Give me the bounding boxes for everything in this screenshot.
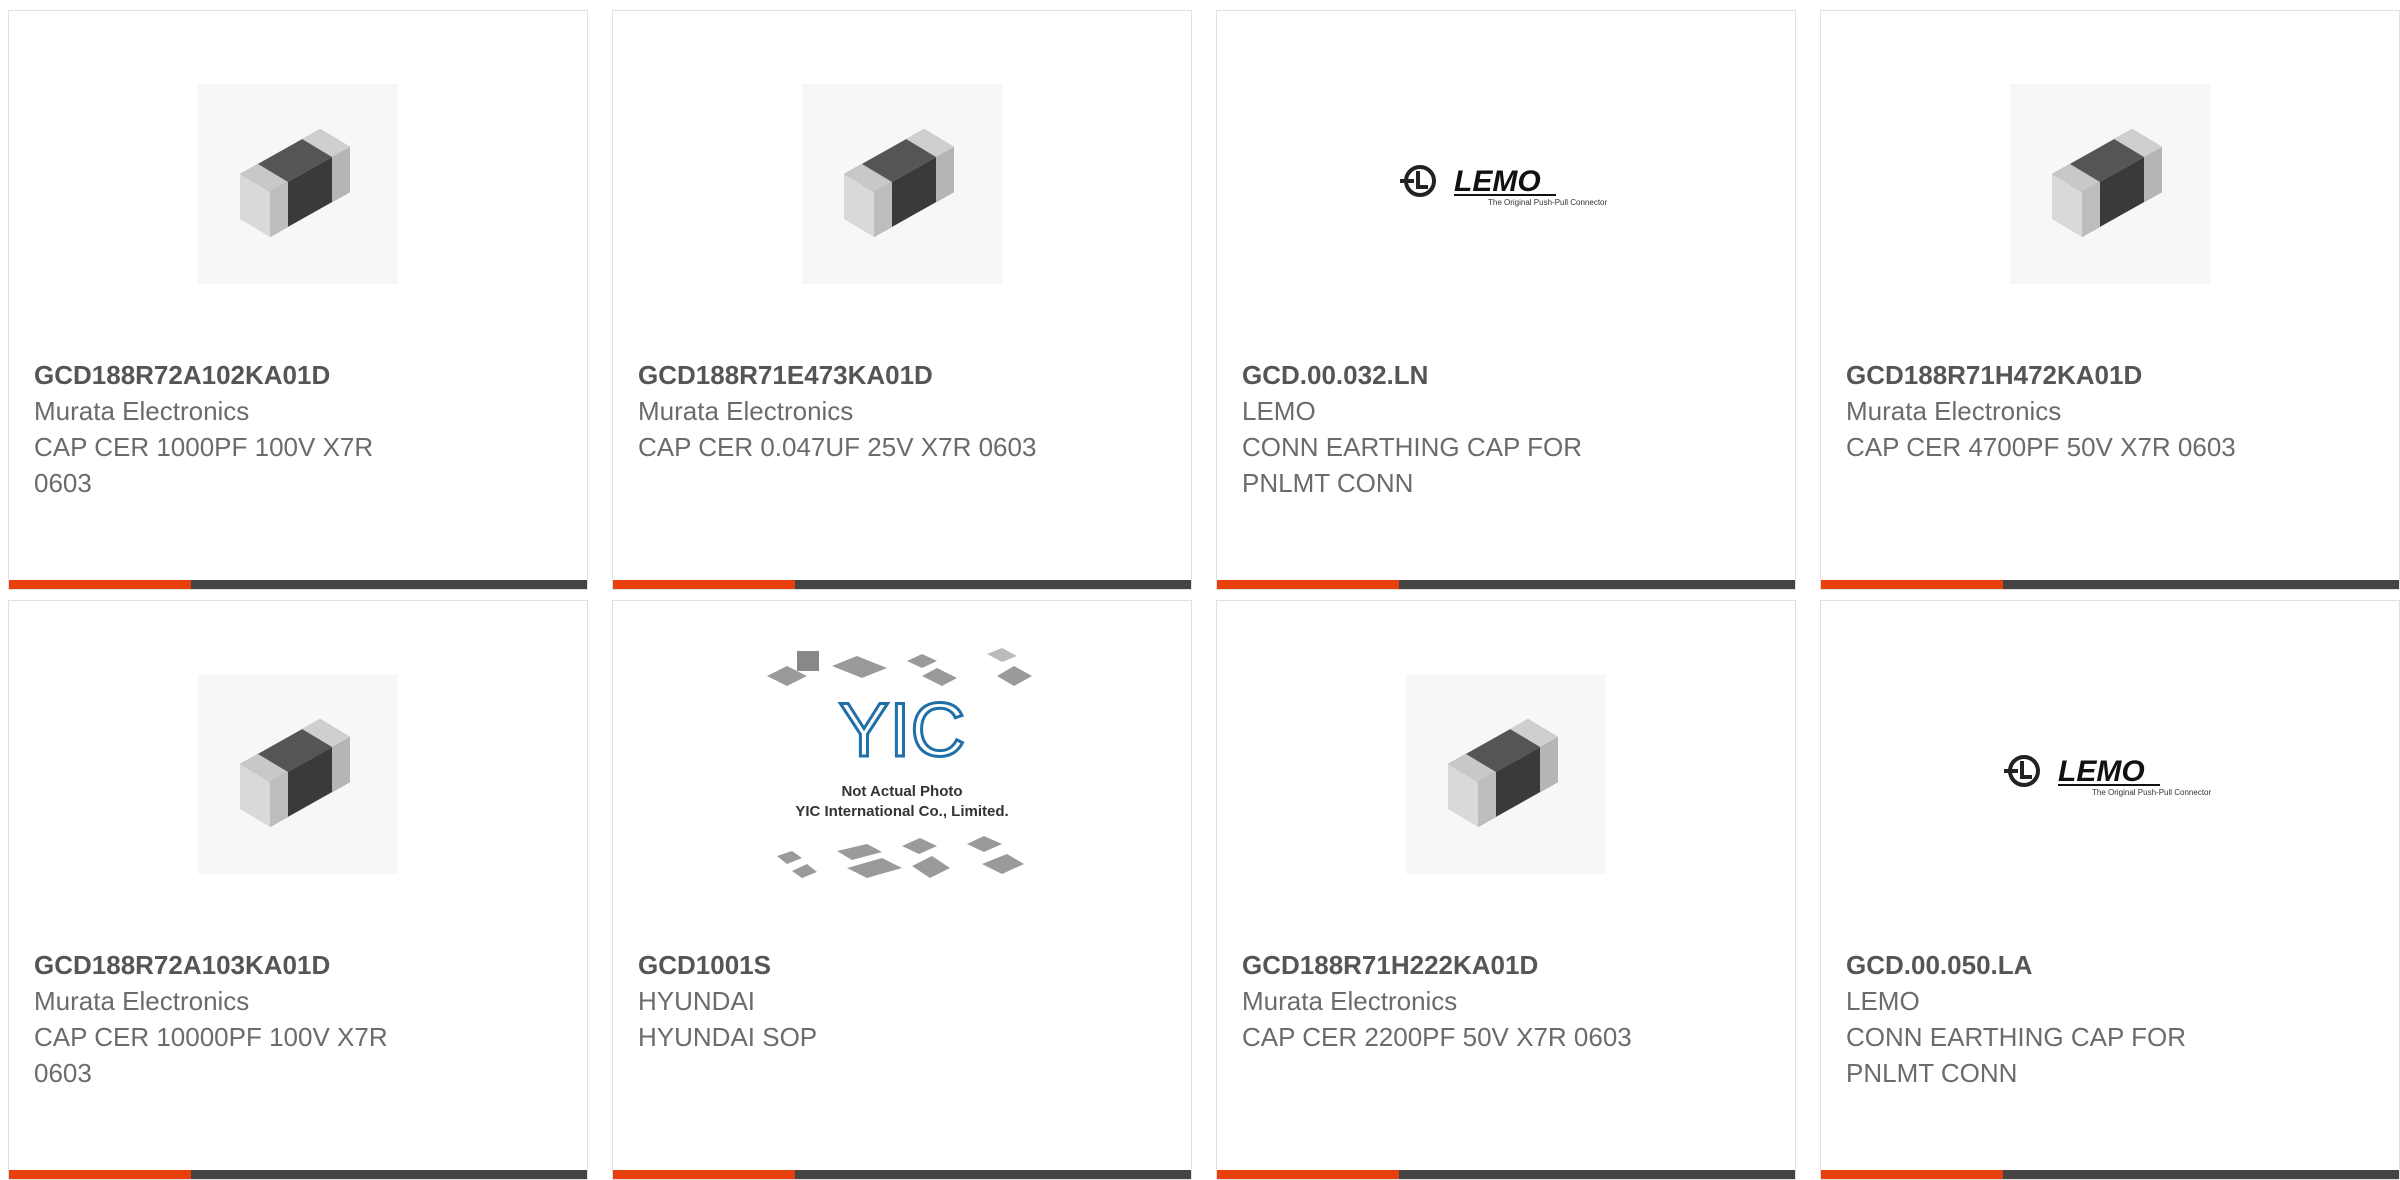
card-footer-accent [613, 1170, 795, 1179]
svg-text:The Original Push-Pull Connect: The Original Push-Pull Connector [2092, 788, 2212, 797]
product-card[interactable]: GCD188R72A103KA01D Murata Electronics CA… [8, 600, 588, 1180]
svg-text:LEMO: LEMO [1454, 165, 1541, 198]
manufacturer: Murata Electronics [1242, 986, 1458, 1016]
card-footer-accent [1217, 1170, 1399, 1179]
product-card[interactable]: GCD188R71H472KA01D Murata Electronics CA… [1820, 10, 2400, 590]
product-info: GCD1001S HYUNDAI HYUNDAI SOP [638, 947, 1041, 1055]
part-number[interactable]: GCD188R71E473KA01D [638, 357, 1041, 393]
product-info: GCD188R72A102KA01D Murata Electronics CA… [34, 357, 437, 501]
part-number[interactable]: GCD.00.032.LN [1242, 357, 1645, 393]
product-thumbnail[interactable]: LEMO The Original Push-Pull Connector [1217, 76, 1795, 291]
card-footer-bar [9, 1170, 587, 1179]
svg-text:YIC: YIC [839, 688, 966, 773]
part-number[interactable]: GCD188R71H222KA01D [1242, 947, 1645, 983]
product-card[interactable]: GCD188R72A102KA01D Murata Electronics CA… [8, 10, 588, 590]
svg-text:The Original Push-Pull Connect: The Original Push-Pull Connector [1488, 198, 1608, 207]
product-thumbnail[interactable] [613, 76, 1191, 291]
product-info: GCD188R71E473KA01D Murata Electronics CA… [638, 357, 1041, 465]
card-footer-bar [1217, 1170, 1795, 1179]
description: CAP CER 0.047UF 25V X7R 0603 [638, 432, 1037, 462]
description: CONN EARTHING CAP FOR PNLMT CONN [1846, 1022, 2186, 1088]
manufacturer: HYUNDAI [638, 986, 756, 1016]
manufacturer: LEMO [1846, 986, 1920, 1016]
manufacturer: Murata Electronics [34, 396, 250, 426]
card-footer-accent [1217, 580, 1399, 589]
card-footer-accent [1821, 1170, 2003, 1179]
chip-capacitor-image [1406, 673, 1606, 874]
product-info: GCD.00.032.LN LEMO CONN EARTHING CAP FOR… [1242, 357, 1645, 501]
product-grid: GCD188R72A102KA01D Murata Electronics CA… [8, 10, 2400, 1180]
product-card[interactable]: GCD188R71E473KA01D Murata Electronics CA… [612, 10, 1192, 590]
product-card[interactable]: GCD188R71H222KA01D Murata Electronics CA… [1216, 600, 1796, 1180]
svg-text:Not Actual Photo: Not Actual Photo [841, 783, 962, 800]
card-footer-bar [1217, 580, 1795, 589]
description: CAP CER 4700PF 50V X7R 0603 [1846, 432, 2236, 462]
product-card[interactable]: LEMO The Original Push-Pull Connector GC… [1820, 600, 2400, 1180]
card-footer-bar [613, 1170, 1191, 1179]
card-footer-bar [613, 580, 1191, 589]
yic-placeholder-image: YIC Not Actual Photo YIC International C… [762, 646, 1042, 901]
part-number[interactable]: GCD188R72A102KA01D [34, 357, 437, 393]
description: CAP CER 2200PF 50V X7R 0603 [1242, 1022, 1632, 1052]
product-card[interactable]: YIC Not Actual Photo YIC International C… [612, 600, 1192, 1180]
product-info: GCD188R71H472KA01D Murata Electronics CA… [1846, 357, 2249, 465]
card-footer-accent [1821, 580, 2003, 589]
card-footer-accent [9, 1170, 191, 1179]
part-number[interactable]: GCD1001S [638, 947, 1041, 983]
product-thumbnail[interactable] [9, 666, 587, 881]
card-footer-bar [9, 580, 587, 589]
product-card[interactable]: LEMO The Original Push-Pull Connector GC… [1216, 10, 1796, 590]
card-footer-accent [9, 580, 191, 589]
chip-capacitor-image [2010, 83, 2210, 284]
product-thumbnail[interactable]: LEMO The Original Push-Pull Connector [1821, 666, 2399, 881]
svg-text:YIC International Co., Limited: YIC International Co., Limited. [795, 803, 1008, 820]
product-info: GCD.00.050.LA LEMO CONN EARTHING CAP FOR… [1846, 947, 2249, 1091]
card-footer-bar [1821, 580, 2399, 589]
manufacturer: LEMO [1242, 396, 1316, 426]
card-footer-bar [1821, 1170, 2399, 1179]
product-thumbnail[interactable] [1217, 666, 1795, 881]
lemo-logo: LEMO The Original Push-Pull Connector [2000, 749, 2220, 799]
product-info: GCD188R72A103KA01D Murata Electronics CA… [34, 947, 437, 1091]
chip-capacitor-image [198, 673, 398, 874]
chip-capacitor-image [802, 83, 1002, 284]
part-number[interactable]: GCD188R72A103KA01D [34, 947, 437, 983]
product-thumbnail[interactable]: YIC Not Actual Photo YIC International C… [613, 648, 1191, 881]
manufacturer: Murata Electronics [1846, 396, 2062, 426]
description: HYUNDAI SOP [638, 1022, 818, 1052]
description: CAP CER 1000PF 100V X7R 0603 [34, 432, 374, 498]
product-thumbnail[interactable] [1821, 76, 2399, 291]
manufacturer: Murata Electronics [638, 396, 854, 426]
card-footer-accent [613, 580, 795, 589]
product-info: GCD188R71H222KA01D Murata Electronics CA… [1242, 947, 1645, 1055]
manufacturer: Murata Electronics [34, 986, 250, 1016]
product-thumbnail[interactable] [9, 76, 587, 291]
description: CONN EARTHING CAP FOR PNLMT CONN [1242, 432, 1582, 498]
chip-capacitor-image [198, 83, 398, 284]
description: CAP CER 10000PF 100V X7R 0603 [34, 1022, 388, 1088]
part-number[interactable]: GCD.00.050.LA [1846, 947, 2249, 983]
lemo-logo: LEMO The Original Push-Pull Connector [1396, 159, 1616, 209]
part-number[interactable]: GCD188R71H472KA01D [1846, 357, 2249, 393]
svg-text:LEMO: LEMO [2058, 755, 2145, 788]
